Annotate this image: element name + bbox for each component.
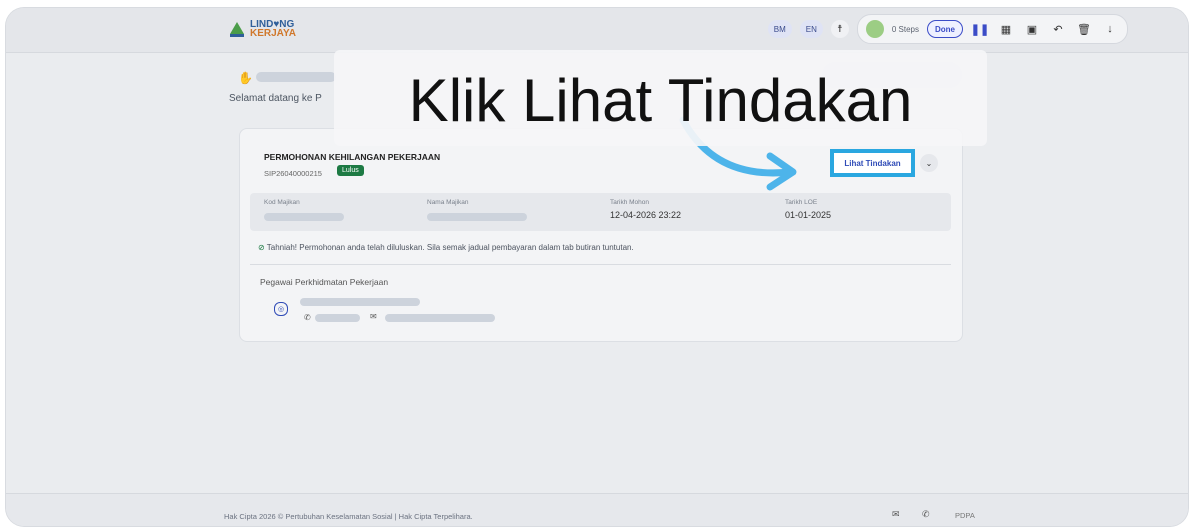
footer [6, 493, 1188, 526]
footer-phone-icon[interactable]: ✆ [922, 509, 930, 520]
user-avatar-icon: ◎ [274, 302, 288, 316]
card-title: PERMOHONAN KEHILANGAN PEKERJAAN [264, 152, 441, 162]
blurred-officer-name [300, 298, 420, 306]
done-button[interactable]: Done [927, 20, 963, 38]
tarikh-loe-value: 01-01-2025 [785, 210, 832, 220]
divider [250, 264, 951, 265]
status-badge: Lulus [337, 165, 364, 176]
pause-icon[interactable]: ❚❚ [971, 20, 989, 38]
blur-icon[interactable]: ▦ [997, 20, 1015, 38]
phone-icon: ✆ [304, 313, 311, 322]
kod-majikan-label: Kod Majikan [264, 199, 300, 206]
logo-line2: KERJAYA [250, 28, 296, 39]
nama-majikan-label: Nama Majikan [427, 199, 469, 206]
pegawai-label: Pegawai Perkhidmatan Pekerjaan [260, 277, 389, 287]
blurred-kod-majikan [264, 213, 344, 221]
tarikh-mohon-label: Tarikh Mohon [610, 199, 650, 206]
lihat-tindakan-button[interactable]: Lihat Tindakan [830, 149, 915, 177]
logo-text: LIND♥NG KERJAYA [250, 20, 296, 39]
chevron-down-icon[interactable]: ⌄ [920, 154, 938, 172]
check-circle-icon: ⊘ [258, 243, 265, 252]
mail-icon: ✉ [370, 312, 377, 321]
blurred-phone [315, 314, 360, 322]
blurred-nama-majikan [427, 213, 527, 221]
wave-icon: ✋ [238, 71, 253, 85]
blurred-email [385, 314, 495, 322]
copyright-text: Hak Cipta 2026 © Pertubuhan Keselamatan … [224, 512, 473, 521]
pdpa-link[interactable]: PDPA [955, 511, 975, 520]
success-message: ⊘ Tahniah! Permohonan anda telah dilulus… [258, 243, 634, 252]
download-icon[interactable]: ↓ [1101, 20, 1119, 38]
tarikh-mohon-value: 12-04-2026 23:22 [610, 210, 682, 220]
top-bar: LIND♥NG KERJAYA BM EN ☨ 0 Steps Done ❚❚ … [6, 8, 1188, 53]
steps-count: 0 Steps [891, 24, 919, 34]
trash-icon[interactable]: 🗑 [1075, 20, 1093, 38]
accessibility-icon[interactable]: ☨ [830, 20, 849, 38]
recorder-steps: 0 Steps Done ❚❚ ▦ ▣ ↶ 🗑 ↓ [856, 14, 1128, 44]
blurred-username [256, 72, 336, 82]
image-icon[interactable]: ▣ [1023, 20, 1041, 38]
welcome-text: Selamat datang ke P [229, 93, 322, 104]
toolbar: BM EN ☨ 0 Steps Done ❚❚ ▦ ▣ ↶ 🗑 ↓ [767, 14, 1128, 44]
lang-en-button[interactable]: EN [799, 20, 823, 38]
application-card: PERMOHONAN KEHILANGAN PEKERJAAN SIP26040… [239, 128, 963, 342]
lang-bm-button[interactable]: BM [767, 20, 792, 38]
logo-mark-icon [228, 20, 246, 38]
info-row: Kod Majikan Nama Majikan Tarikh Mohon 12… [250, 193, 951, 231]
success-text: Tahniah! Permohonan anda telah diluluska… [266, 243, 634, 252]
recorder-logo-icon [865, 20, 884, 38]
instruction-overlay: Klik Lihat Tindakan [334, 50, 987, 146]
tarikh-loe-label: Tarikh LOE [785, 199, 818, 206]
footer-mail-icon[interactable]: ✉ [892, 509, 900, 520]
application-id: SIP26040000215 [264, 169, 322, 178]
logo[interactable]: LIND♥NG KERJAYA [228, 20, 296, 39]
undo-icon[interactable]: ↶ [1049, 20, 1067, 38]
